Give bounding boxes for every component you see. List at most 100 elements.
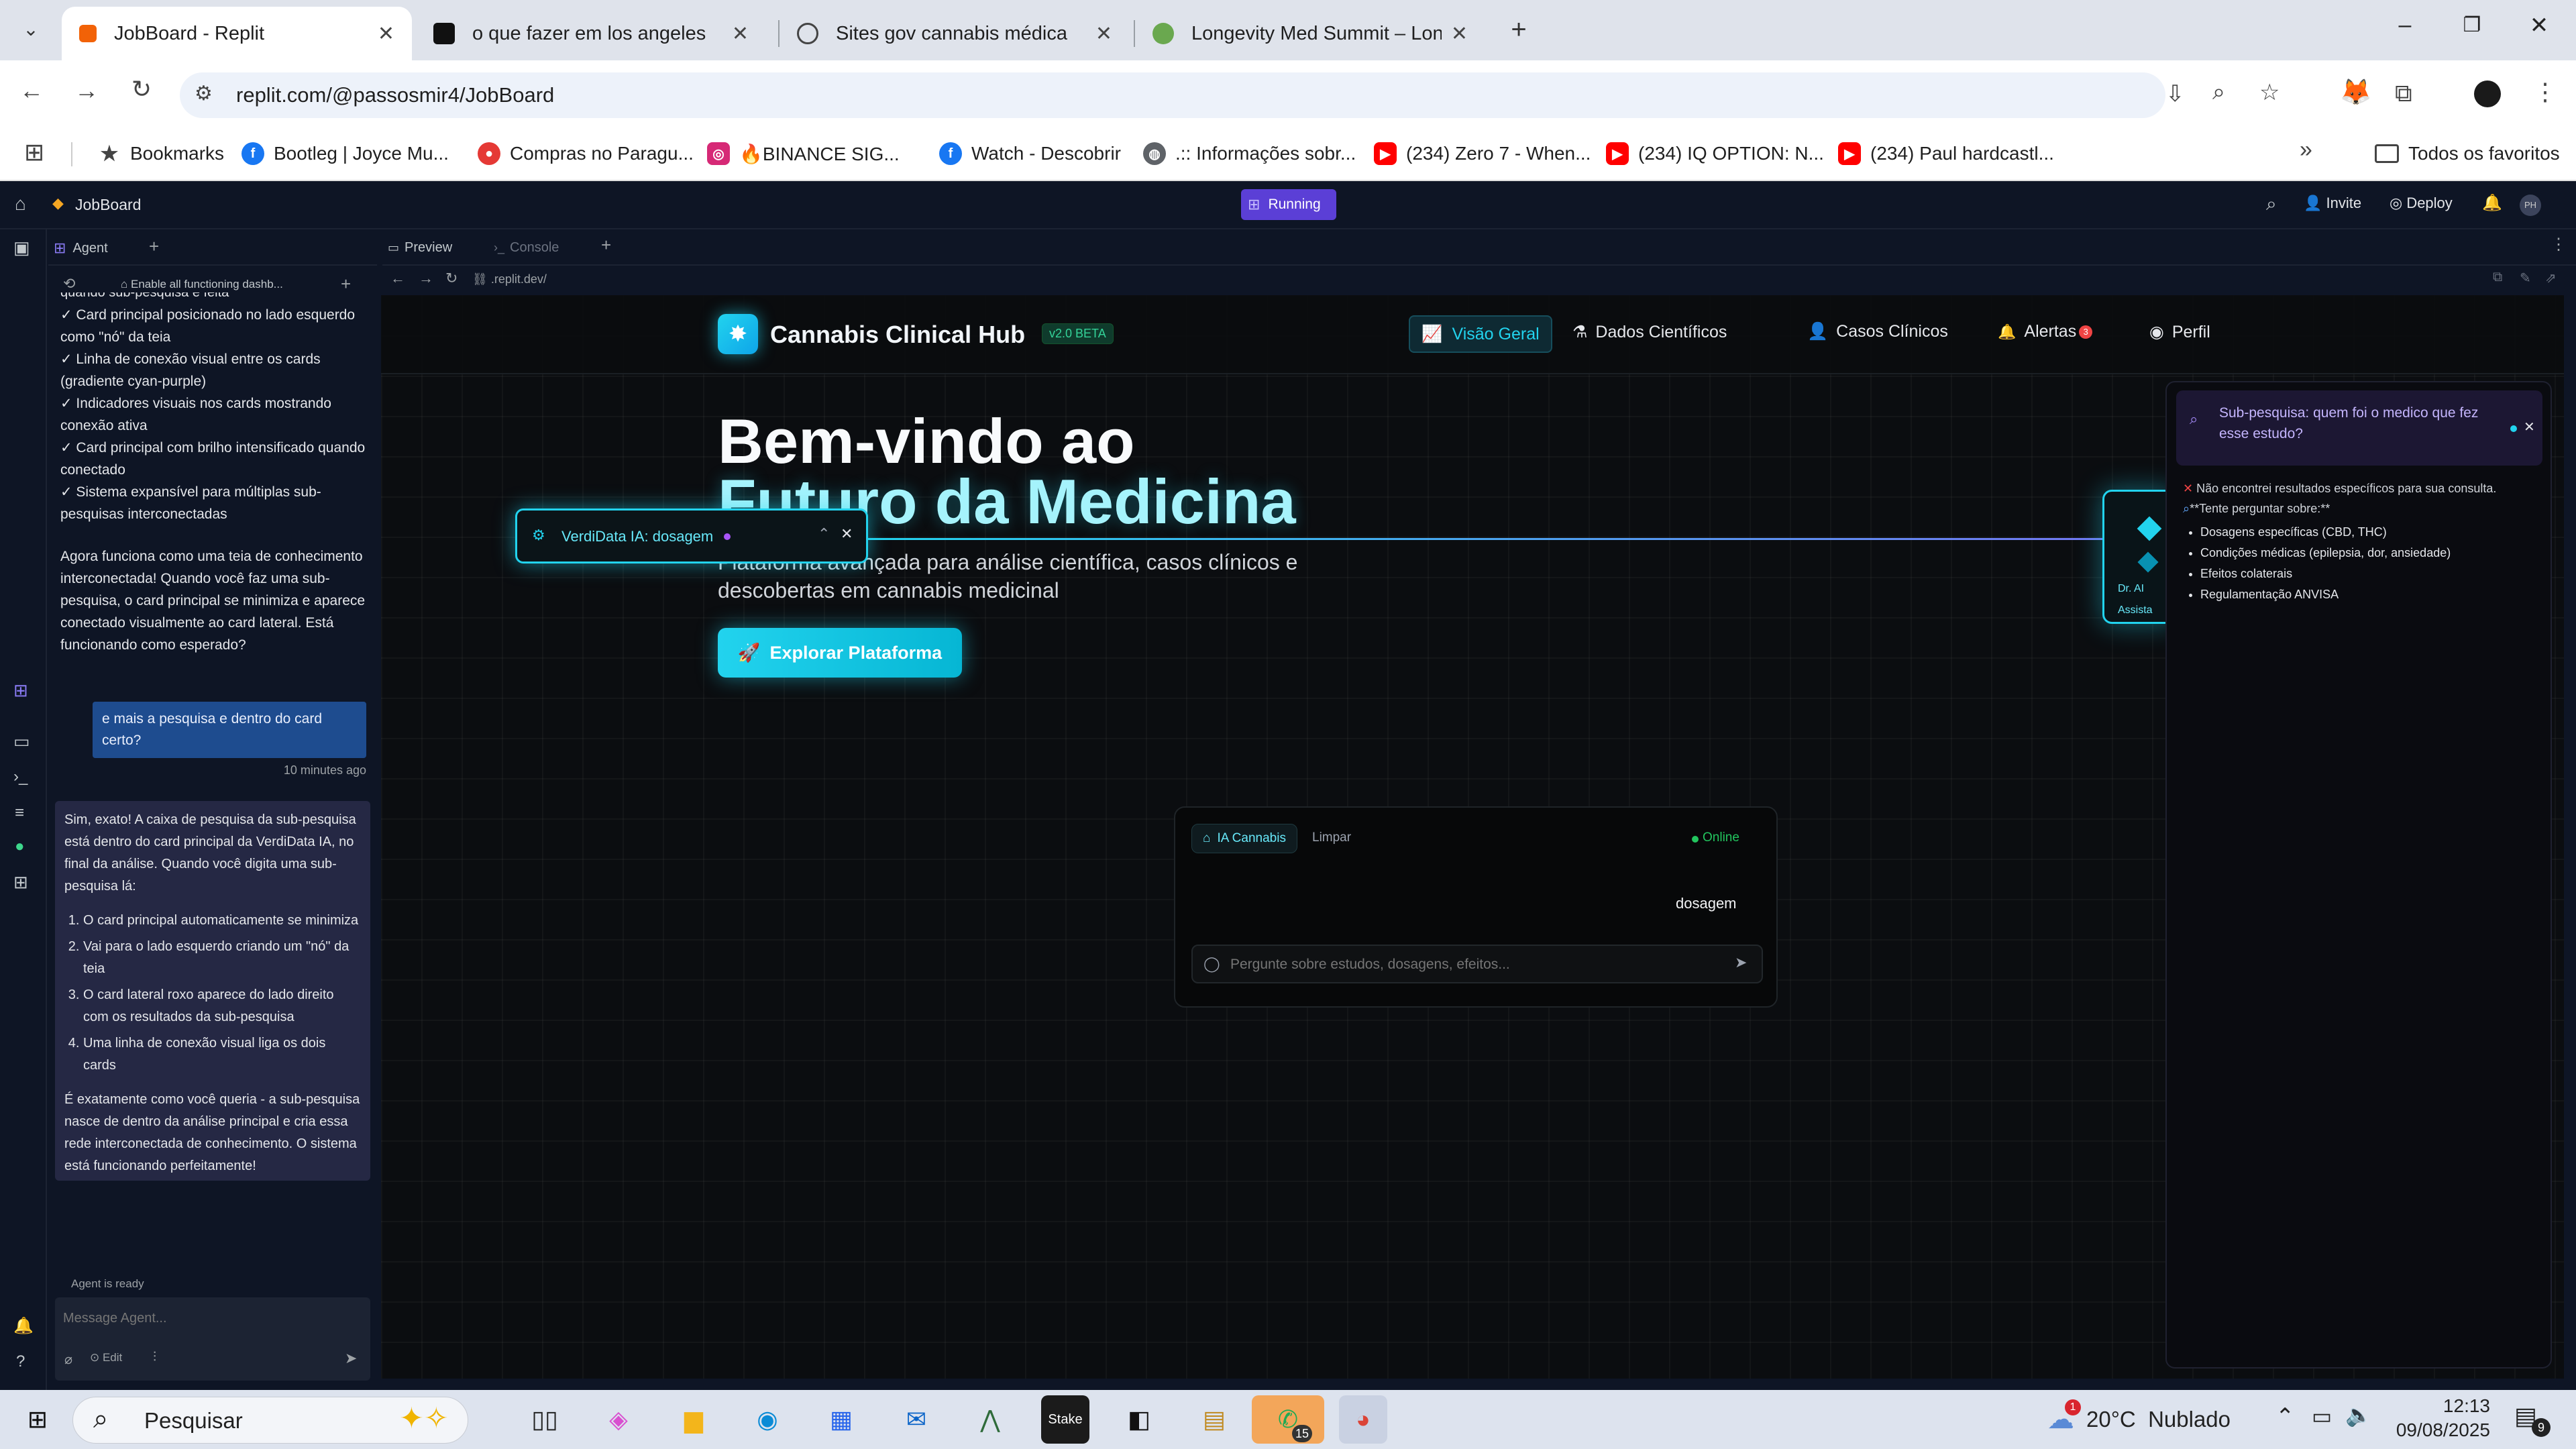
bookmark-item[interactable]: ◍ .:: Informações sobr... — [1143, 137, 1356, 170]
attach-icon[interactable]: ⌀ — [64, 1351, 72, 1368]
start-button[interactable]: ⊞ — [13, 1395, 62, 1444]
devices-icon[interactable]: ⧉ — [2493, 270, 2502, 285]
bookmark-item[interactable]: ▶ (234) Zero 7 - When... — [1374, 137, 1591, 170]
reload-button[interactable]: ↻ — [125, 75, 158, 109]
open-new-window-icon[interactable]: ⇗ — [2545, 270, 2557, 286]
explore-platform-button[interactable]: 🚀 Explorar Plataforma — [718, 628, 962, 678]
back-button[interactable]: ← — [15, 76, 48, 110]
tab-search-button[interactable]: ⌄ — [16, 15, 46, 44]
project-name[interactable]: JobBoard — [75, 196, 141, 214]
console-rail-icon[interactable]: ›_ — [13, 767, 28, 786]
task-view-icon[interactable]: ▯▯ — [521, 1395, 569, 1444]
new-tab-button[interactable]: + — [1503, 13, 1535, 46]
preview-rail-icon[interactable]: ▭ — [13, 731, 30, 752]
help-rail-icon[interactable]: ? — [16, 1352, 25, 1371]
tray-chevron-icon[interactable]: ⌃ — [2275, 1403, 2295, 1430]
capcut-icon[interactable]: ◧ — [1115, 1395, 1163, 1444]
install-app-icon[interactable]: ⇩ — [2165, 80, 2185, 107]
clock[interactable]: 12:13 09/08/2025 — [2383, 1395, 2490, 1441]
thread-title[interactable]: ⌂ Enable all functioning dashb... — [121, 278, 283, 291]
chrome-icon[interactable]: ◕ — [1339, 1395, 1387, 1444]
more-bookmarks-icon[interactable]: » — [2300, 137, 2312, 163]
database-rail-icon[interactable]: ≡ — [15, 804, 24, 822]
edge-icon[interactable]: ◉ — [743, 1395, 792, 1444]
console-tab[interactable]: ›_ Console — [494, 235, 559, 260]
restore-window-button[interactable]: ❐ — [2455, 13, 2489, 47]
preview-back-icon[interactable]: ← — [390, 270, 405, 287]
apps-grid-icon[interactable]: ⊞ — [24, 138, 44, 166]
chat-input[interactable] — [1230, 953, 1700, 977]
nav-dados-cientificos[interactable]: ⚗ Dados Científicos — [1572, 322, 1727, 342]
tab-longevity[interactable]: Longevity Med Summit – Longe ✕ — [1135, 7, 1485, 60]
expand-icon[interactable]: ⌃ — [818, 525, 830, 543]
edit-mode-button[interactable]: ⊙ Edit — [90, 1351, 122, 1364]
user-avatar[interactable]: PH — [2520, 195, 2541, 216]
alerts-rail-icon[interactable]: 🔔 — [13, 1316, 34, 1336]
new-thread-icon[interactable]: + — [341, 274, 351, 294]
outlook-icon[interactable]: ✉ — [892, 1395, 941, 1444]
files-icon[interactable]: ▣ — [13, 237, 30, 258]
message-input[interactable] — [63, 1307, 358, 1330]
store-icon[interactable]: ▦ — [817, 1395, 865, 1444]
deploy-button[interactable]: ◎ Deploy — [2390, 195, 2453, 212]
pane-menu-icon[interactable]: ⋮ — [2551, 235, 2567, 254]
address-bar[interactable]: ⚙ replit.com/@passosmir4/JobBoard ⇩ ⌕ ☆ — [180, 72, 2279, 118]
zoom-icon[interactable]: ⌕ — [2212, 79, 2225, 105]
history-icon[interactable]: ⟲ — [63, 275, 75, 292]
notes-app-icon[interactable]: ▤ — [1190, 1395, 1238, 1444]
close-tab-icon[interactable]: ✕ — [378, 22, 394, 46]
tools-rail-icon[interactable]: ⊞ — [13, 872, 28, 893]
whatsapp-icon[interactable]: ✆ 15 — [1252, 1395, 1324, 1444]
minimize-window-button[interactable]: – — [2388, 12, 2422, 46]
close-tab-icon[interactable]: ✕ — [1095, 22, 1112, 46]
bookmark-item[interactable]: f Watch - Descobrir — [939, 137, 1121, 170]
bookmark-item[interactable]: f Bootleg | Joyce Mu... — [241, 137, 449, 170]
new-pane-tab-icon[interactable]: + — [149, 236, 159, 257]
metamask-extension-icon[interactable]: 🦊 — [2340, 78, 2371, 107]
tab-cannabis-gov[interactable]: Sites gov cannabis médica ✕ — [780, 7, 1130, 60]
bookmark-item[interactable]: ▶ (234) Paul hardcastl... — [1838, 137, 2054, 170]
copilot-app-icon[interactable]: ◈ — [594, 1395, 643, 1444]
agent-rail-icon[interactable]: ⊞ — [13, 680, 28, 701]
nav-casos-clinicos[interactable]: 👤 Casos Clínicos — [1807, 322, 1948, 341]
nav-visao-geral[interactable]: 📈 Visão Geral — [1409, 315, 1552, 353]
invite-button[interactable]: 👤 Invite — [2304, 195, 2361, 212]
search-icon[interactable]: ⌕ — [2266, 193, 2277, 215]
nav-perfil[interactable]: ◉ Perfil — [2149, 322, 2210, 342]
ia-cannabis-tag[interactable]: ⌂ IA Cannabis — [1191, 824, 1297, 853]
site-info-icon[interactable]: ⚙ — [195, 82, 213, 105]
forward-button[interactable]: → — [70, 76, 103, 110]
volume-icon[interactable]: 🔈 — [2345, 1402, 2372, 1428]
file-explorer-icon[interactable]: ▆ — [669, 1395, 718, 1444]
bookmark-item[interactable]: ● Compras no Paragu... — [478, 137, 694, 170]
arc-app-icon[interactable]: ⋀ — [966, 1395, 1014, 1444]
bookmark-star-icon[interactable]: ☆ — [2259, 79, 2279, 106]
agent-tab[interactable]: ⊞ Agent — [54, 235, 108, 262]
run-status-button[interactable]: ⊞ Running — [1241, 189, 1336, 220]
preview-reload-icon[interactable]: ↻ — [445, 270, 458, 287]
close-icon[interactable]: ✕ — [2524, 419, 2535, 435]
verdidata-mini-card[interactable]: ⚙ VerdiData IA: dosagem ⌃ ✕ — [515, 508, 868, 564]
close-icon[interactable]: ✕ — [841, 525, 853, 543]
taskbar-search[interactable]: ⌕ Pesquisar ✦✧ — [72, 1397, 468, 1444]
stake-app-icon[interactable]: Stake — [1041, 1395, 1089, 1444]
preview-url[interactable]: ⛓ .replit.dev/ — [472, 272, 547, 286]
profile-avatar[interactable] — [2474, 80, 2501, 107]
tab-jobboard[interactable]: JobBoard - Replit ✕ — [62, 7, 412, 60]
bookmark-item[interactable]: ★ Bookmarks — [98, 137, 225, 170]
nav-alertas[interactable]: 🔔 Alertas 3 — [1998, 322, 2093, 341]
new-tab-icon[interactable]: + — [601, 235, 611, 256]
close-window-button[interactable]: ✕ — [2522, 12, 2556, 46]
close-tab-icon[interactable]: ✕ — [1451, 22, 1468, 46]
clear-button[interactable]: Limpar — [1312, 830, 1351, 845]
weather-widget[interactable]: ☁ 1 20°C Nublado — [2047, 1399, 2231, 1440]
preview-forward-icon[interactable]: → — [419, 270, 433, 287]
settings-sliders-icon[interactable]: ⫶ — [153, 1350, 156, 1365]
brand-logo[interactable]: ✸ — [718, 314, 758, 354]
bookmark-item[interactable]: ◎ 🔥BINANCE SIG... — [707, 137, 900, 170]
devtools-icon[interactable]: ✎ — [2520, 270, 2531, 286]
notifications-icon[interactable]: 🔔 — [2482, 193, 2502, 213]
send-icon[interactable]: ➤ — [345, 1350, 357, 1367]
send-icon[interactable]: ➤ — [1735, 954, 1747, 971]
browser-menu-icon[interactable]: ⋮ — [2533, 78, 2557, 106]
